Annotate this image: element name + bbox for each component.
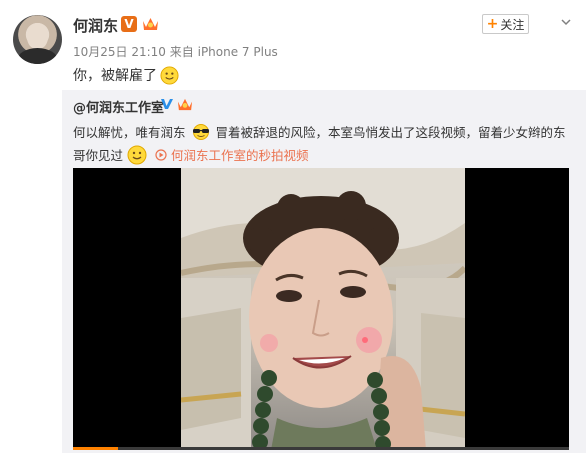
video-player[interactable]	[73, 168, 569, 450]
follow-button[interactable]: + 关注	[482, 14, 529, 34]
author-name[interactable]: 何润东	[73, 15, 118, 36]
smile-emoji-icon	[160, 65, 179, 85]
cool-sunglasses-emoji-icon	[192, 124, 209, 140]
post-meta: 10月25日 21:10 来自 iPhone 7 Plus	[73, 43, 278, 60]
repost-text: 何以解忧，唯有润东 冒着被辞退的风险，本室鸟悄发出了这段视频，留着少女辫的东哥你…	[73, 121, 573, 167]
post-text-content: 你，被解雇了	[73, 68, 157, 84]
post-text: 你，被解雇了	[73, 65, 179, 85]
repost-author[interactable]: @何润东工作室	[73, 97, 164, 116]
post-date[interactable]: 10月25日 21:10	[73, 45, 166, 59]
chevron-down-icon[interactable]	[560, 16, 572, 28]
video-progress-bar[interactable]	[73, 447, 569, 450]
follow-label: 关注	[500, 17, 525, 32]
video-link-icon[interactable]	[155, 149, 169, 161]
video-link[interactable]: 何润东工作室的秒拍视频	[171, 148, 309, 163]
plus-icon: +	[486, 16, 499, 32]
vip-crown-icon[interactable]	[176, 96, 194, 112]
source-prefix: 来自	[169, 45, 194, 59]
repost-text-before: 何以解忧，唯有润东	[73, 125, 186, 140]
verified-v-icon: V	[121, 16, 137, 32]
smile-emoji-icon	[127, 145, 147, 165]
avatar-body	[17, 48, 58, 64]
avatar[interactable]	[13, 15, 62, 64]
verified-v-icon	[161, 99, 173, 109]
video-still-image	[181, 168, 465, 450]
post-source[interactable]: iPhone 7 Plus	[198, 45, 278, 59]
vip-crown-icon[interactable]	[141, 15, 160, 32]
video-frame[interactable]	[181, 168, 465, 450]
avatar-face	[27, 23, 48, 49]
video-progress-fill	[73, 447, 118, 450]
